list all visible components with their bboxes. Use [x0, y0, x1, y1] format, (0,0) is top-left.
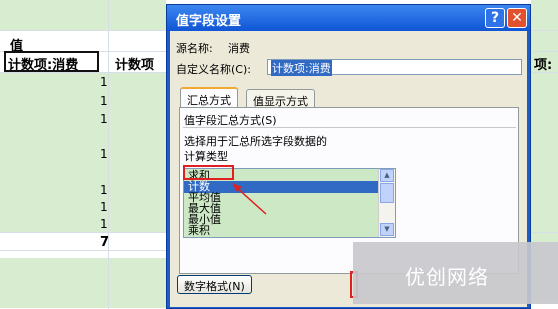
- summarize-group-label: 值字段汇总方式(S): [184, 114, 277, 127]
- tab-summarize-by[interactable]: 汇总方式: [180, 87, 238, 108]
- cell-total: 7: [100, 235, 110, 250]
- source-name-value: 消费: [228, 42, 250, 55]
- custom-name-value: 计数项:消费: [271, 60, 332, 76]
- dialog-title: 值字段设置: [176, 14, 242, 29]
- selected-cell-outline: [4, 51, 99, 72]
- cell-value: 1: [100, 183, 108, 197]
- scroll-down-icon[interactable]: ▼: [380, 223, 394, 236]
- description-line2: 计算类型: [184, 150, 228, 163]
- cell-value: 1: [100, 147, 108, 161]
- group-divider: [183, 127, 516, 128]
- cell-value: 1: [100, 217, 108, 231]
- cell-value: 1: [100, 94, 108, 108]
- highlight-box-sum: [183, 165, 234, 180]
- sheet-band-top: [0, 0, 166, 30]
- scroll-up-icon[interactable]: ▲: [380, 169, 394, 182]
- watermark-text: 优创网络: [405, 265, 489, 289]
- sheet-band-bottom: [0, 258, 166, 308]
- dialog-titlebar[interactable]: 值字段设置 ? ✕: [167, 5, 530, 31]
- scroll-thumb[interactable]: [380, 183, 394, 203]
- cell-value: 1: [100, 200, 108, 214]
- tab-show-values-as[interactable]: 值显示方式: [246, 89, 315, 108]
- help-button[interactable]: ?: [485, 8, 505, 28]
- annotation-arrow-icon: [232, 183, 267, 215]
- cell-value: 1: [100, 75, 108, 89]
- custom-name-label: 自定义名称(C):: [176, 63, 251, 76]
- column-header-count[interactable]: 计数项: [115, 54, 154, 73]
- close-button[interactable]: ✕: [507, 8, 527, 28]
- sheet-band-body: [0, 72, 166, 232]
- cell-value: 1: [100, 112, 108, 126]
- description-line1: 选择用于汇总所选字段数据的: [184, 135, 327, 148]
- list-item-product[interactable]: 乘积: [188, 225, 378, 237]
- watermark-overlay: 优创网络: [353, 242, 558, 304]
- number-format-button[interactable]: 数字格式(N): [177, 275, 252, 294]
- source-name-label: 源名称:: [176, 42, 213, 55]
- list-scrollbar[interactable]: ▲ ▼: [378, 169, 395, 237]
- column-header-fragment: 项:: [534, 58, 553, 73]
- custom-name-input[interactable]: 计数项:消费: [267, 59, 522, 76]
